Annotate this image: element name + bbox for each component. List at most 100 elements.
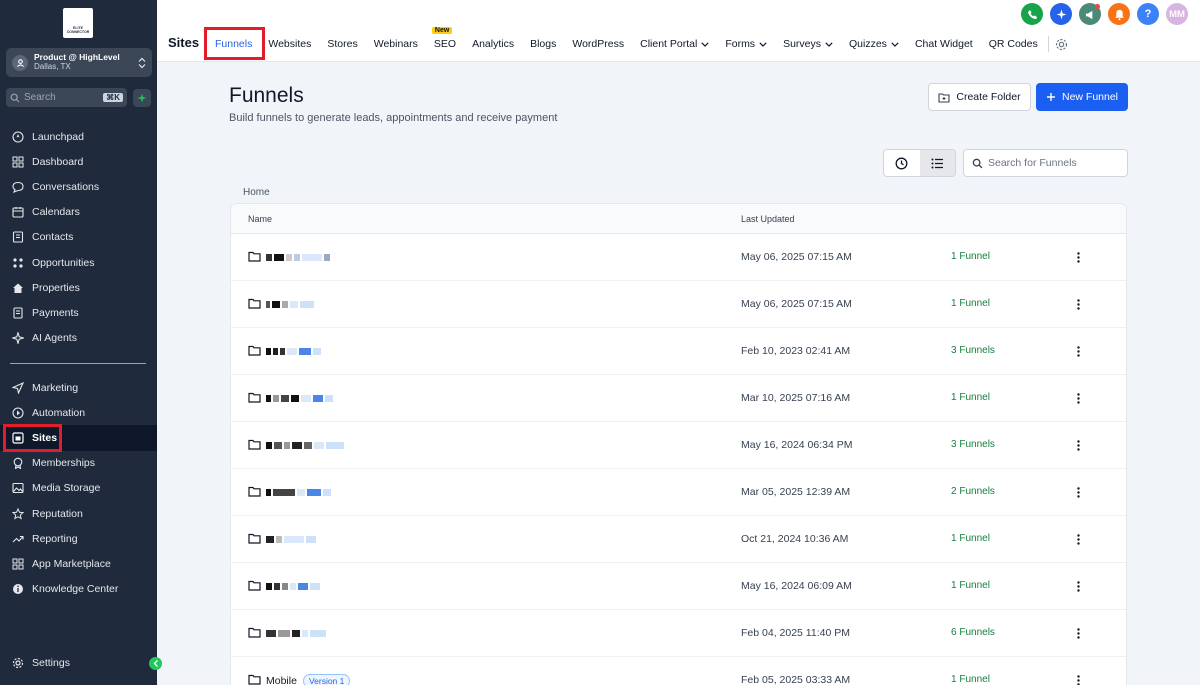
notifications-button[interactable] (1108, 3, 1130, 25)
sidebar-item-reputation[interactable]: Reputation (0, 501, 157, 526)
row-menu-button[interactable] (1071, 531, 1085, 547)
gear-icon (11, 656, 25, 670)
announcements-button[interactable] (1079, 3, 1101, 25)
calendar-icon (11, 205, 25, 219)
sidebar-item-calendars[interactable]: Calendars (0, 200, 157, 225)
tab-stores[interactable]: Stores (319, 38, 365, 50)
tab-wordpress[interactable]: WordPress (564, 38, 632, 50)
folder-name[interactable] (266, 486, 333, 499)
create-folder-button[interactable]: Create Folder (928, 83, 1031, 111)
folder-name[interactable] (266, 392, 335, 405)
table-row[interactable]: Mar 05, 2025 12:39 AM 2 Funnels (231, 469, 1126, 516)
table-row[interactable]: Feb 04, 2025 11:40 PM 6 Funnels (231, 610, 1126, 657)
table-row[interactable]: May 16, 2024 06:34 PM 3 Funnels (231, 422, 1126, 469)
row-menu-button[interactable] (1071, 437, 1085, 453)
tab-forms[interactable]: Forms (717, 38, 775, 50)
tab-client-portal[interactable]: Client Portal (632, 38, 717, 50)
row-menu-button[interactable] (1071, 296, 1085, 312)
site-settings-button[interactable] (1055, 38, 1068, 51)
column-header-updated[interactable]: Last Updated (741, 214, 795, 224)
user-avatar[interactable]: MM (1166, 3, 1188, 25)
recent-view-button[interactable] (884, 150, 920, 176)
tab-surveys[interactable]: Surveys (775, 38, 841, 50)
sidebar-item-opportunities[interactable]: Opportunities (0, 250, 157, 275)
folder-name[interactable] (266, 533, 318, 546)
more-vertical-icon (1076, 674, 1080, 685)
question-icon: ? (1144, 8, 1152, 20)
sidebar-item-reporting[interactable]: Reporting (0, 526, 157, 551)
sidebar-item-label: App Marketplace (32, 557, 111, 570)
tab-quizzes[interactable]: Quizzes (841, 38, 907, 50)
table-row[interactable]: Feb 10, 2023 02:41 AM 3 Funnels (231, 328, 1126, 375)
ai-button[interactable] (1050, 3, 1072, 25)
tab-analytics[interactable]: Analytics (464, 38, 522, 50)
row-menu-button[interactable] (1071, 672, 1085, 685)
sidebar-item-dashboard[interactable]: Dashboard (0, 149, 157, 174)
sidebar-item-label: AI Agents (32, 332, 77, 345)
sidebar-item-label: Marketing (32, 381, 79, 394)
site-tabs: Funnels Websites Stores Webinars SEO New Analy… (207, 27, 1068, 59)
list-view-button[interactable] (919, 150, 955, 176)
sidebar-item-marketing[interactable]: Marketing (0, 375, 157, 400)
sidebar-item-app-marketplace[interactable]: App Marketplace (0, 551, 157, 576)
sidebar-item-knowledge-center[interactable]: Knowledge Center (0, 577, 157, 602)
tab-webinars[interactable]: Webinars (366, 38, 426, 50)
sidebar-item-media-storage[interactable]: Media Storage (0, 476, 157, 501)
tab-chat-widget[interactable]: Chat Widget (907, 38, 981, 50)
sidebar-item-label: Payments (32, 306, 79, 319)
table-row[interactable]: May 06, 2025 07:15 AM 1 Funnel (231, 281, 1126, 328)
folder-name[interactable] (266, 345, 323, 358)
sidebar-item-payments[interactable]: Payments (0, 300, 157, 325)
folder-name[interactable] (266, 627, 328, 640)
row-menu-button[interactable] (1071, 578, 1085, 594)
sidebar-item-contacts[interactable]: Contacts (0, 225, 157, 250)
tab-seo[interactable]: SEO New (426, 27, 464, 50)
new-funnel-button[interactable]: New Funnel (1036, 83, 1128, 111)
row-menu-button[interactable] (1071, 343, 1085, 359)
redacted-name-block (272, 301, 280, 308)
folder-name[interactable] (266, 251, 332, 264)
funnel-count: 1 Funnel (951, 298, 990, 309)
help-button[interactable]: ? (1137, 3, 1159, 25)
sidebar-item-properties[interactable]: Properties (0, 275, 157, 300)
tab-label: Quizzes (849, 38, 887, 50)
row-menu-button[interactable] (1071, 390, 1085, 406)
redacted-name-block (284, 536, 304, 543)
sidebar-item-launchpad[interactable]: Launchpad (0, 124, 157, 149)
folder-icon (248, 627, 261, 638)
sidebar-item-automation[interactable]: Automation (0, 400, 157, 425)
company-logo[interactable]: ELITE CONNECTOR (63, 8, 93, 38)
table-row[interactable]: May 06, 2025 07:15 AM 1 Funnel (231, 234, 1126, 281)
tab-label: Webinars (373, 38, 418, 50)
ai-assist-button[interactable] (133, 89, 151, 107)
folder-name[interactable]: Mobile Version 1 (266, 673, 351, 685)
funnel-search-input[interactable] (988, 157, 1118, 169)
breadcrumb[interactable]: Home (243, 187, 270, 198)
table-row[interactable]: Mar 10, 2025 07:16 AM 1 Funnel (231, 375, 1126, 422)
row-menu-button[interactable] (1071, 484, 1085, 500)
funnel-search[interactable] (963, 149, 1128, 177)
account-switcher[interactable]: Product @ HighLevel Dallas, TX (6, 48, 152, 77)
sidebar-item-memberships[interactable]: Memberships (0, 451, 157, 476)
tab-label: Surveys (783, 38, 821, 50)
tab-websites[interactable]: Websites (260, 38, 319, 50)
trend-icon (11, 532, 25, 546)
row-menu-button[interactable] (1071, 625, 1085, 641)
sidebar-item-ai-agents[interactable]: AI Agents (0, 326, 157, 351)
folder-name[interactable] (266, 439, 346, 452)
tab-qr-codes[interactable]: QR Codes (981, 38, 1046, 50)
table-row[interactable]: Mobile Version 1 Feb 05, 2025 03:33 AM 1 Fu… (231, 657, 1126, 685)
collapse-sidebar-button[interactable] (149, 657, 162, 670)
folder-name[interactable] (266, 298, 316, 311)
sidebar-search[interactable]: Search ⌘K (6, 88, 127, 107)
sidebar-item-conversations[interactable]: Conversations (0, 174, 157, 199)
row-menu-button[interactable] (1071, 249, 1085, 265)
tab-blogs[interactable]: Blogs (522, 38, 564, 50)
column-header-name[interactable]: Name (248, 214, 272, 224)
folder-name[interactable] (266, 580, 322, 593)
table-row[interactable]: May 16, 2024 06:09 AM 1 Funnel (231, 563, 1126, 610)
phone-button[interactable] (1021, 3, 1043, 25)
redacted-name-block (326, 442, 344, 449)
sidebar-item-settings[interactable]: Settings (0, 650, 157, 675)
table-row[interactable]: Oct 21, 2024 10:36 AM 1 Funnel (231, 516, 1126, 563)
